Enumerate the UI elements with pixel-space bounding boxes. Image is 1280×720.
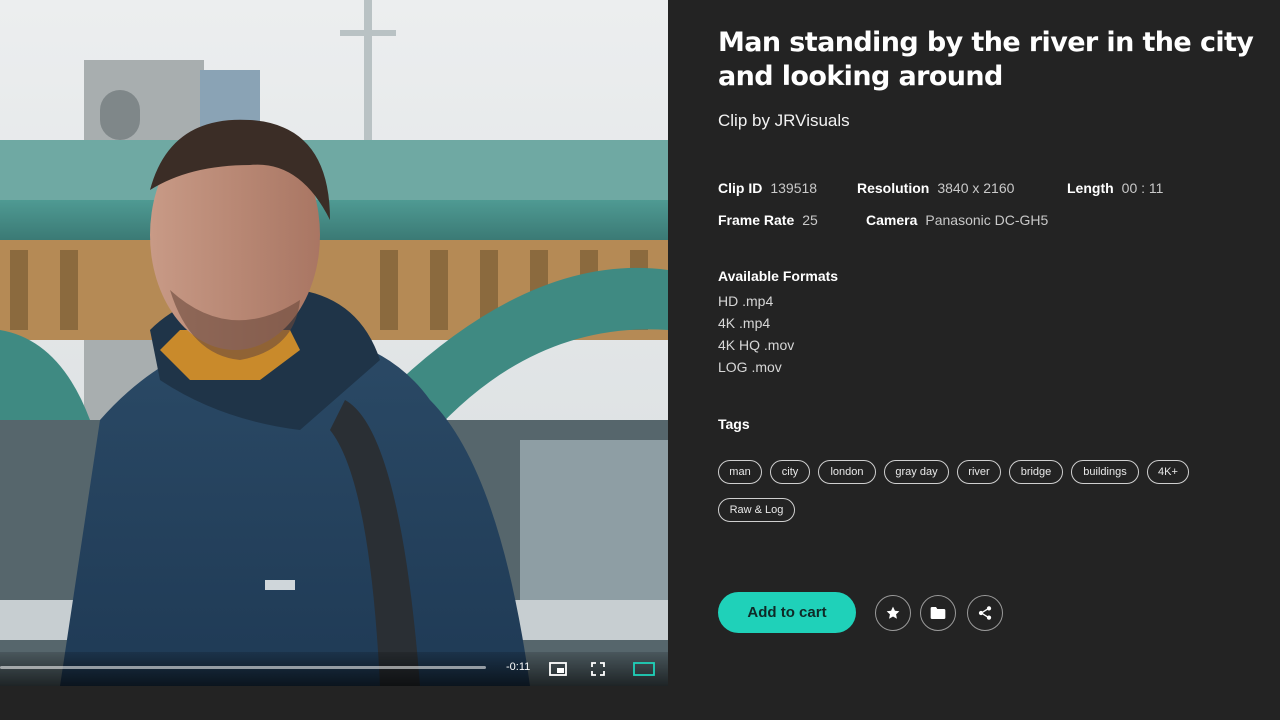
formats-heading: Available Formats [718,268,839,284]
meta-frame-rate: Frame Rate 25 [718,212,818,228]
video-frame [0,0,668,686]
picture-in-picture-button[interactable] [548,659,568,679]
favorite-button[interactable] [875,595,911,631]
video-player[interactable]: -0:11 [0,0,668,686]
meta-label: Camera [866,212,918,228]
tag-chip[interactable]: gray day [884,460,949,484]
meta-label: Resolution [857,180,930,196]
tag-chip[interactable]: Raw & Log [718,498,795,522]
tag-chip[interactable]: river [957,460,1001,484]
picture-in-picture-icon [549,662,567,676]
folder-icon [930,607,946,619]
meta-label: Clip ID [718,180,763,196]
theater-mode-icon [633,662,655,676]
meta-resolution: Resolution 3840 x 2160 [857,180,1014,196]
formats-list: HD .mp4 4K .mp4 4K HQ .mov LOG .mov [718,292,794,380]
tag-chip[interactable]: 4K+ [1147,460,1189,484]
meta-label: Frame Rate [718,212,795,228]
meta-value: 25 [802,212,818,228]
fullscreen-button[interactable] [588,659,608,679]
share-button[interactable] [967,595,1003,631]
tag-chip[interactable]: buildings [1071,460,1139,484]
meta-value: 3840 x 2160 [937,180,1015,196]
tags-heading: Tags [718,416,750,432]
share-icon [978,606,992,620]
meta-value: 139518 [770,180,818,196]
meta-length: Length 00 : 11 [1067,180,1163,196]
clip-byline: Clip by JRVisuals [718,111,850,130]
tag-chip[interactable]: london [818,460,876,484]
player-controls: -0:11 [0,652,668,686]
progress-bar[interactable] [0,666,486,669]
meta-label: Length [1067,180,1114,196]
format-item[interactable]: LOG .mov [718,358,794,380]
time-remaining: -0:11 [506,661,531,673]
theater-mode-button[interactable] [630,659,658,679]
meta-value: 00 : 11 [1121,180,1164,196]
format-item[interactable]: 4K HQ .mov [718,336,794,358]
add-to-cart-button[interactable]: Add to cart [718,592,856,633]
format-item[interactable]: HD .mp4 [718,292,794,314]
meta-camera: Camera Panasonic DC-GH5 [866,212,1048,228]
star-icon [886,606,900,619]
meta-value: Panasonic DC-GH5 [925,212,1049,228]
fullscreen-icon [591,662,605,676]
clip-title: Man standing by the river in the city an… [718,27,1254,92]
tag-chip[interactable]: bridge [1009,460,1063,484]
tag-chip[interactable]: man [718,460,762,484]
format-item[interactable]: 4K .mp4 [718,314,794,336]
meta-clip-id: Clip ID 139518 [718,180,817,196]
tag-chip[interactable]: city [770,460,810,484]
add-to-collection-button[interactable] [920,595,956,631]
